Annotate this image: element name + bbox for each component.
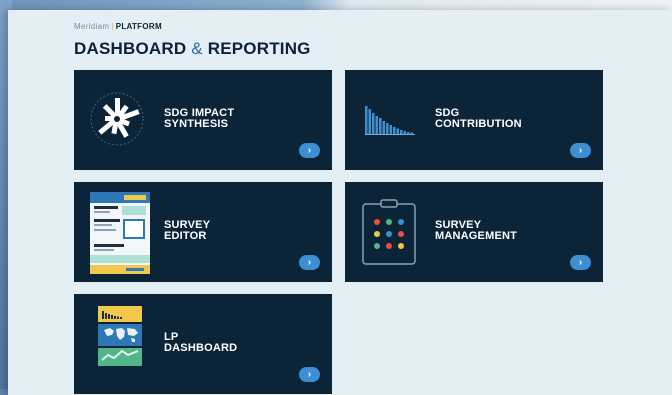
tile-sdg-impact-synthesis[interactable]: SDG IMPACT SYNTHESIS ›	[74, 70, 332, 170]
page-title: DASHBOARD & REPORTING	[74, 39, 311, 59]
tile-label: LP DASHBOARD	[164, 331, 238, 354]
brand-product: PLATFORM	[115, 22, 162, 31]
survey-form-icon	[90, 192, 150, 274]
radial-chart-icon	[90, 92, 144, 146]
tile-label: SDG IMPACT SYNTHESIS	[164, 107, 235, 130]
chevron-right-icon[interactable]: ›	[299, 143, 320, 158]
tile-label: SURVEY MANAGEMENT	[435, 219, 518, 242]
brand-name: Meridiam	[74, 22, 110, 31]
tile-survey-editor[interactable]: SURVEY EDITOR ›	[74, 182, 332, 282]
brand-breadcrumb: Meridiam | PLATFORM	[74, 22, 162, 31]
tile-lp-dashboard[interactable]: LP DASHBOARD ›	[74, 294, 332, 394]
title-ampersand: &	[191, 39, 203, 58]
chevron-right-icon[interactable]: ›	[299, 367, 320, 382]
brand-separator: |	[111, 22, 114, 31]
dashboard-map-icon	[98, 306, 142, 366]
clipboard-icon	[362, 199, 416, 265]
chevron-right-icon[interactable]: ›	[570, 143, 591, 158]
bar-chart-icon	[365, 106, 415, 135]
title-part2: REPORTING	[207, 39, 311, 58]
title-part1: DASHBOARD	[74, 39, 187, 58]
dashboard-panel: Meridiam | PLATFORM DASHBOARD & REPORTING …	[8, 10, 672, 395]
chevron-right-icon[interactable]: ›	[299, 255, 320, 270]
tile-survey-management[interactable]: SURVEY MANAGEMENT ›	[345, 182, 603, 282]
tile-label: SDG CONTRIBUTION	[435, 107, 522, 130]
tile-label: SURVEY EDITOR	[164, 219, 211, 242]
chevron-right-icon[interactable]: ›	[570, 255, 591, 270]
tile-sdg-contribution[interactable]: SDG CONTRIBUTION ›	[345, 70, 603, 170]
